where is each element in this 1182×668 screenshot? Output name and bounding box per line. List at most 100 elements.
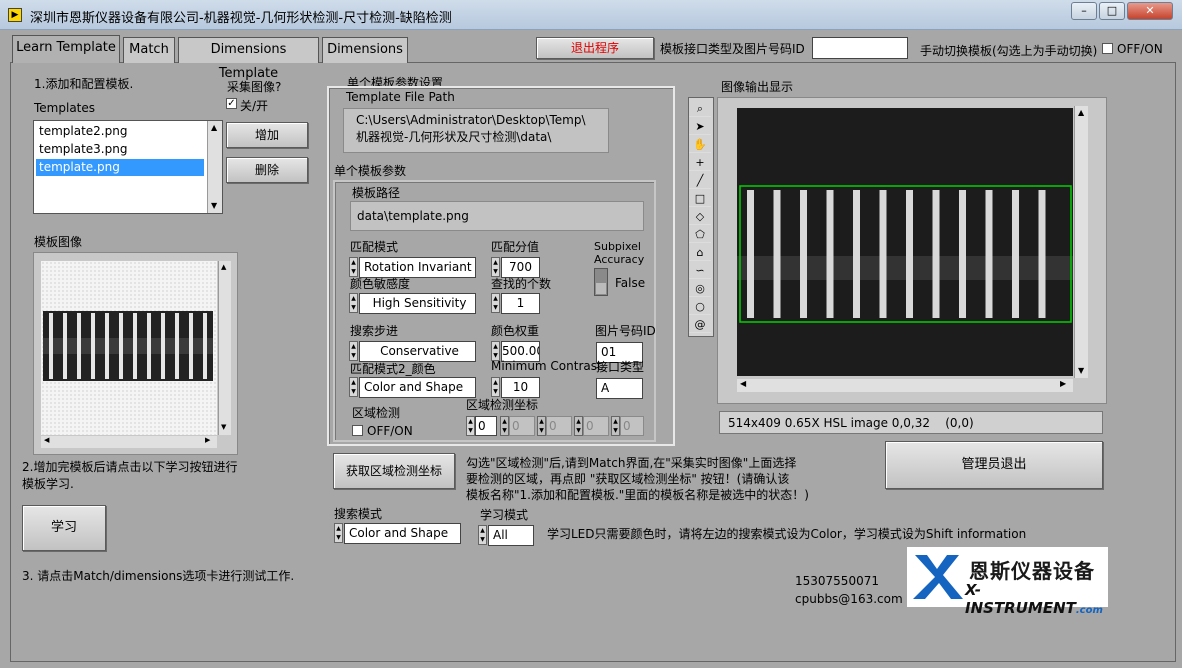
spiral-icon[interactable]: @ [689, 316, 711, 333]
capture-image-label: 采集图像? [227, 80, 282, 94]
manual-switch-label: 手动切换模板(勾选上为手动切换) [920, 44, 1098, 58]
scroll-up-icon[interactable]: ▲ [221, 263, 226, 271]
polygon-icon[interactable]: ⬠ [689, 226, 711, 243]
oval-icon[interactable]: ○ [689, 298, 711, 315]
rotated-rect-icon[interactable]: ◇ [689, 208, 711, 225]
scroll-right-icon[interactable]: ▶ [1060, 379, 1066, 388]
admin-exit-button[interactable]: 管理员退出 [885, 441, 1103, 489]
subpixel-toggle[interactable] [594, 268, 608, 296]
template-type-field[interactable] [812, 37, 908, 59]
min-contrast-stepper[interactable]: ▲ ▼ [491, 377, 500, 397]
region-coord-stepper[interactable]: ▲ ▼ [574, 416, 583, 436]
tab-dimensions-template[interactable]: Dimensions Template [178, 37, 319, 81]
tab-dimensions[interactable]: Dimensions [322, 37, 408, 63]
region-detect-checkbox[interactable] [352, 425, 363, 436]
image-id-label: 图片号码ID [595, 324, 656, 338]
search-mode-label: 搜索模式 [334, 507, 383, 521]
find-count-stepper[interactable]: ▲ ▼ [491, 293, 500, 313]
pointer-icon[interactable]: ➤ [689, 118, 711, 135]
rectangle-icon[interactable]: □ [689, 190, 711, 207]
search-step-select[interactable]: Conservative [359, 341, 476, 362]
maximize-button[interactable]: □ [1099, 2, 1125, 20]
image-output-label: 图像输出显示 [721, 80, 794, 94]
min-contrast-field[interactable]: 10 [501, 377, 540, 398]
image-output-canvas[interactable] [737, 108, 1073, 376]
connector-pin [932, 190, 940, 318]
region-coord-stepper[interactable]: ▲ ▼ [537, 416, 546, 436]
logo-en-text: X-INSTRUMENT.com [965, 581, 1108, 617]
templates-list[interactable]: template2.png template3.png template.png… [33, 120, 223, 214]
scroll-left-icon[interactable]: ◀ [740, 379, 746, 388]
delete-button[interactable]: 删除 [226, 157, 308, 183]
region-coord-field[interactable]: 0 [509, 416, 535, 436]
scroll-up-icon[interactable]: ▲ [1078, 108, 1084, 117]
template-image-hscroll[interactable]: ◀ ▶ [41, 436, 217, 448]
manual-switch-checkbox[interactable] [1102, 43, 1113, 54]
region-coord-field[interactable]: 0 [583, 416, 609, 436]
interface-type-field[interactable]: A [596, 378, 643, 399]
scroll-left-icon[interactable]: ◀ [44, 436, 49, 444]
tab-match[interactable]: Match [123, 37, 175, 63]
annulus-icon[interactable]: ◎ [689, 280, 711, 297]
region-coord-stepper[interactable]: ▲ ▼ [500, 416, 509, 436]
crosshair-icon[interactable]: + [689, 154, 711, 171]
template-image-vscroll[interactable]: ▲ ▼ [218, 261, 231, 435]
connector-pin [49, 313, 53, 379]
color-sensitivity-select[interactable]: High Sensitivity [359, 293, 476, 314]
image-output-vscroll[interactable]: ▲ ▼ [1074, 106, 1088, 378]
subpixel-value: False [615, 276, 646, 290]
connector-pin [906, 190, 913, 318]
list-item[interactable]: template2.png [39, 124, 127, 138]
pan-icon[interactable]: ✋ [689, 136, 711, 153]
match-mode2-select[interactable]: Color and Shape [359, 377, 476, 398]
connector-pin [91, 313, 95, 379]
list-item-selected[interactable]: template.png [36, 159, 204, 176]
add-button[interactable]: 增加 [226, 122, 308, 148]
match-score-stepper[interactable]: ▲ ▼ [491, 257, 500, 277]
region-coord-field[interactable]: 0 [475, 416, 497, 436]
find-count-field[interactable]: 1 [501, 293, 540, 314]
scroll-down-icon[interactable]: ▼ [211, 201, 217, 210]
region-coord-field[interactable]: 0 [620, 416, 644, 436]
line-icon[interactable]: ╱ [689, 172, 711, 189]
learn-mode-select[interactable]: All [488, 525, 534, 546]
match-mode-stepper[interactable]: ▲ ▼ [349, 257, 358, 277]
connector-pin [105, 313, 109, 379]
contact-phone: 15307550071 [795, 574, 879, 588]
learn-button[interactable]: 学习 [22, 505, 106, 551]
search-mode-stepper[interactable]: ▲ ▼ [334, 523, 343, 543]
region-coord-field[interactable]: 0 [546, 416, 572, 436]
image-tools-palette: ⌕ ➤ ✋ + ╱ □ ◇ ⬠ ⌂ ∽ ◎ ○ @ [688, 97, 714, 337]
match-mode2-label: 匹配模式2_颜色 [350, 362, 436, 376]
learn-mode-stepper[interactable]: ▲ ▼ [478, 525, 487, 545]
minimize-button[interactable]: – [1071, 2, 1097, 20]
broken-line-icon[interactable]: ⌂ [689, 244, 711, 261]
connector-pins-live-image [737, 185, 1073, 323]
color-weight-stepper[interactable]: ▲ ▼ [491, 341, 500, 361]
connector-pins-image [43, 313, 213, 379]
image-output-hscroll[interactable]: ◀ ▶ [737, 379, 1073, 392]
subpixel-toggle-knob [596, 283, 606, 294]
get-region-coords-button[interactable]: 获取区域检测坐标 [333, 453, 455, 489]
region-coord-stepper[interactable]: ▲ ▼ [611, 416, 620, 436]
zoom-icon[interactable]: ⌕ [689, 100, 711, 117]
capture-checkbox[interactable]: ✓ [226, 98, 237, 109]
region-coord-stepper[interactable]: ▲ ▼ [466, 416, 475, 436]
list-item[interactable]: template3.png [39, 142, 127, 156]
scroll-up-icon[interactable]: ▲ [211, 123, 217, 132]
template-path-display: data\template.png [350, 201, 644, 231]
scroll-right-icon[interactable]: ▶ [205, 436, 210, 444]
logo-cn-text: 恩斯仪器设备 [969, 559, 1095, 583]
freehand-icon[interactable]: ∽ [689, 262, 711, 279]
search-mode-select[interactable]: Color and Shape [344, 523, 461, 544]
templates-scrollbar[interactable]: ▲ ▼ [207, 121, 222, 213]
min-contrast-label: Minimum Contrast [491, 359, 602, 373]
scroll-down-icon[interactable]: ▼ [221, 423, 226, 431]
tab-learn-template[interactable]: Learn Template [12, 35, 120, 63]
match-mode2-stepper[interactable]: ▲ ▼ [349, 377, 358, 397]
close-button[interactable]: ✕ [1127, 2, 1173, 20]
color-sensitivity-stepper[interactable]: ▲ ▼ [349, 293, 358, 313]
scroll-down-icon[interactable]: ▼ [1078, 366, 1084, 375]
search-step-stepper[interactable]: ▲ ▼ [349, 341, 358, 361]
exit-button[interactable]: 退出程序 [536, 37, 654, 59]
